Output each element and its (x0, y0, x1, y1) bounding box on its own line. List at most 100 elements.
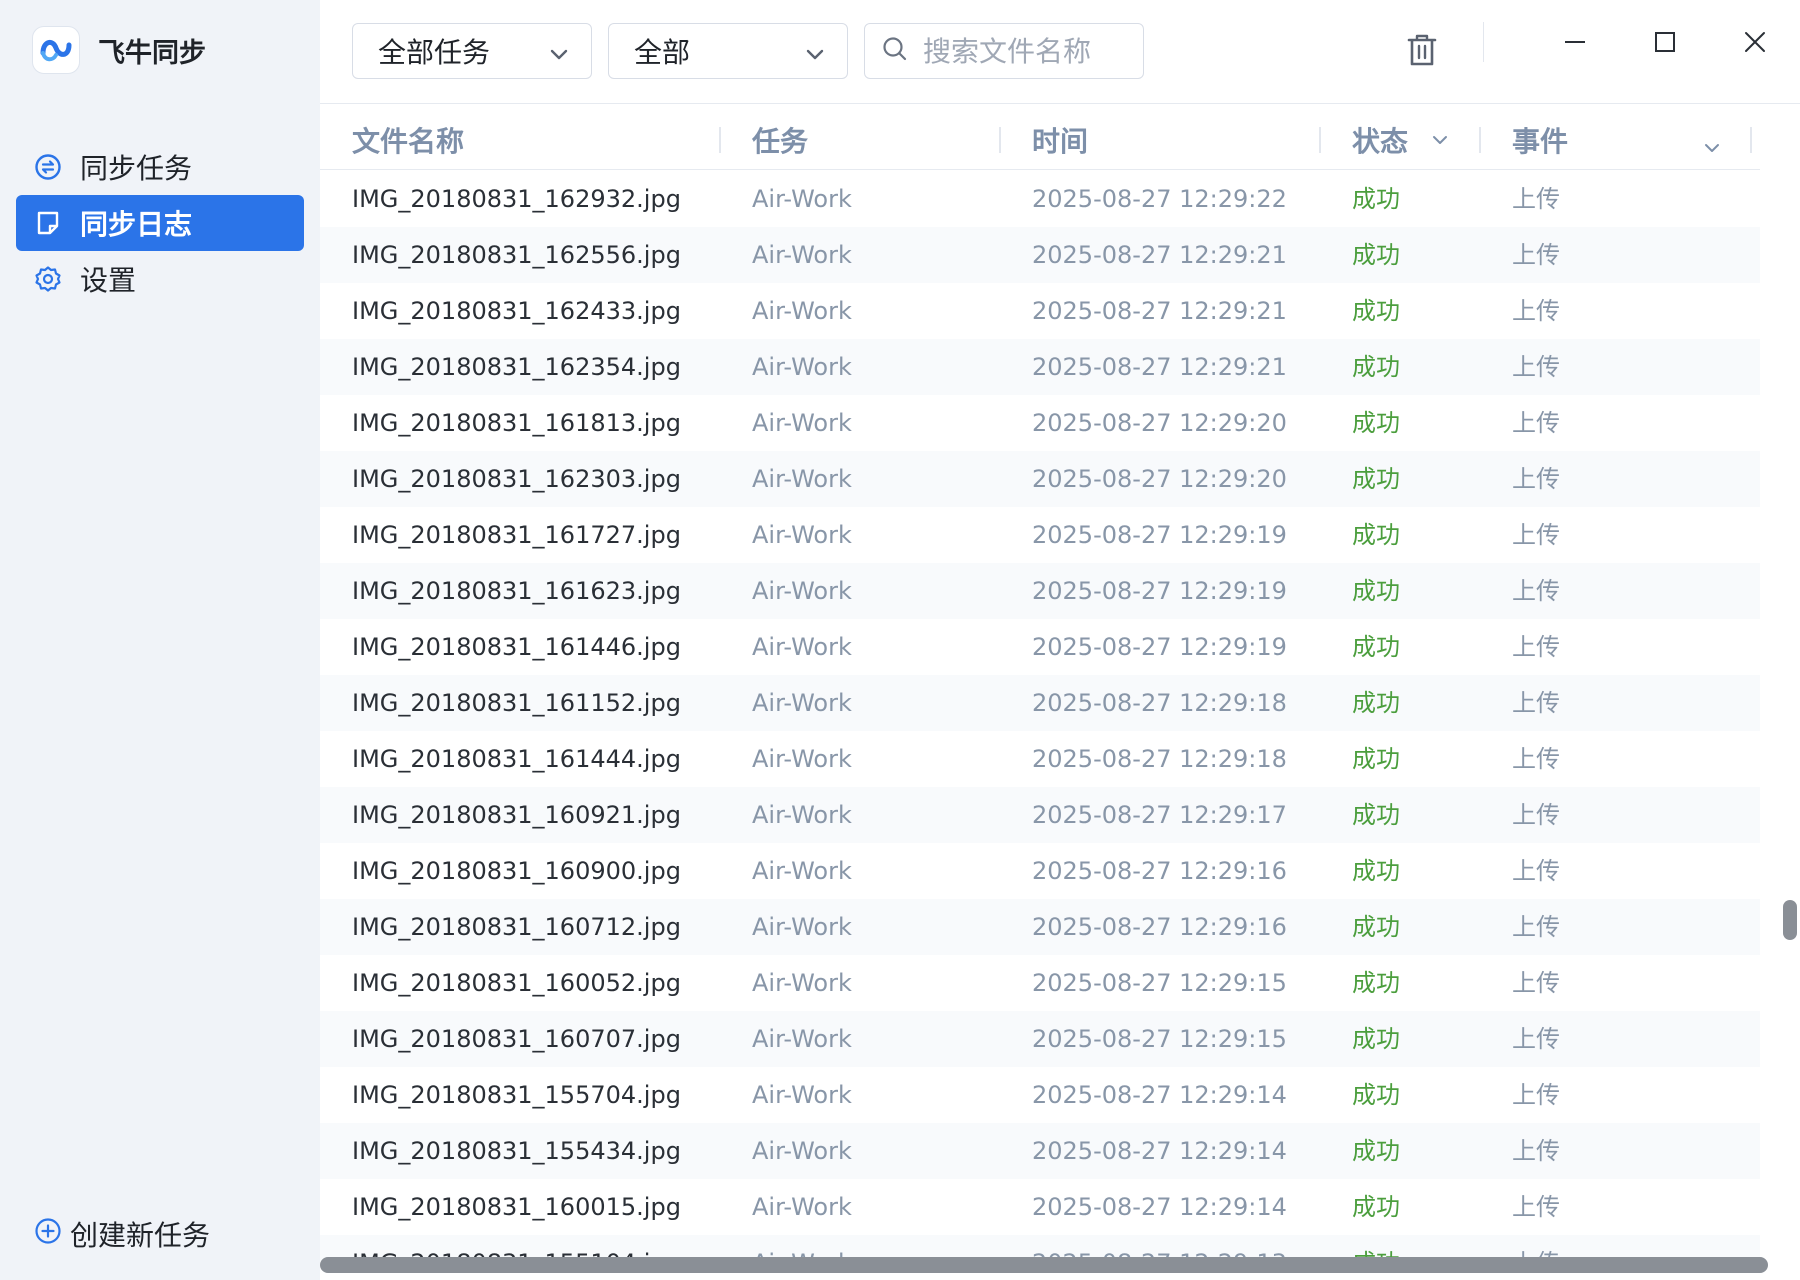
cell-task: Air-Work (752, 913, 852, 941)
create-task-button[interactable]: 创建新任务 (34, 1214, 210, 1254)
table-row[interactable]: IMG_20180831_161446.jpg Air-Work 2025-08-2… (320, 619, 1760, 675)
task-filter-select[interactable]: 全部任务 (352, 23, 592, 79)
vertical-scrollbar-thumb[interactable] (1783, 900, 1797, 940)
cell-event: 上传 (1512, 969, 1560, 997)
table-row[interactable]: IMG_20180831_160052.jpg Air-Work 2025-08-2… (320, 955, 1760, 1011)
maximize-icon (1653, 30, 1677, 58)
cell-task: Air-Work (752, 353, 852, 381)
cell-time: 2025-08-27 12:29:16 (1032, 913, 1287, 941)
plus-circle-icon (34, 1217, 62, 1252)
close-button[interactable] (1730, 22, 1780, 66)
table-row[interactable]: IMG_20180831_160712.jpg Air-Work 2025-08-2… (320, 899, 1760, 955)
log-icon (33, 208, 63, 238)
cell-event: 上传 (1512, 241, 1560, 269)
cell-event: 上传 (1512, 1193, 1560, 1221)
table-row[interactable]: IMG_20180831_160921.jpg Air-Work 2025-08-2… (320, 787, 1760, 843)
cell-event: 上传 (1512, 521, 1560, 549)
cell-time: 2025-08-27 12:29:16 (1032, 857, 1287, 885)
cell-time: 2025-08-27 12:29:19 (1032, 521, 1287, 549)
cell-file-name: IMG_20180831_161152.jpg (352, 689, 681, 717)
table-header: 文件名称 任务 时间 状态 事件 (320, 110, 1760, 170)
table-row[interactable]: IMG_20180831_162556.jpg Air-Work 2025-08-2… (320, 227, 1760, 283)
cell-task: Air-Work (752, 409, 852, 437)
cell-time: 2025-08-27 12:29:18 (1032, 745, 1287, 773)
cell-file-name: IMG_20180831_160921.jpg (352, 801, 681, 829)
cell-time: 2025-08-27 12:29:21 (1032, 353, 1287, 381)
cell-event: 上传 (1512, 185, 1560, 213)
trash-icon (1406, 33, 1438, 71)
cell-file-name: IMG_20180831_160052.jpg (352, 969, 681, 997)
cell-task: Air-Work (752, 969, 852, 997)
table-row[interactable]: IMG_20180831_161623.jpg Air-Work 2025-08-2… (320, 563, 1760, 619)
table-row[interactable]: IMG_20180831_162932.jpg Air-Work 2025-08-2… (320, 171, 1760, 227)
horizontal-scrollbar-thumb[interactable] (320, 1257, 1768, 1273)
cell-task: Air-Work (752, 745, 852, 773)
table-row[interactable]: IMG_20180831_155704.jpg Air-Work 2025-08-2… (320, 1067, 1760, 1123)
cell-task: Air-Work (752, 185, 852, 213)
cell-status: 成功 (1352, 185, 1400, 213)
sidebar-item-settings[interactable]: 设置 (16, 251, 304, 307)
status-filter-select[interactable]: 全部 (608, 23, 848, 79)
cell-task: Air-Work (752, 521, 852, 549)
cell-status: 成功 (1352, 1193, 1400, 1221)
cell-event: 上传 (1512, 577, 1560, 605)
app-title: 飞牛同步 (98, 37, 206, 69)
clear-log-button[interactable] (1400, 30, 1444, 74)
table-row[interactable]: IMG_20180831_160900.jpg Air-Work 2025-08-2… (320, 843, 1760, 899)
toolbar-divider (1483, 22, 1484, 62)
column-header-event[interactable]: 事件 (1512, 110, 1722, 170)
cell-time: 2025-08-27 12:29:14 (1032, 1081, 1287, 1109)
column-header-status-label: 状态 (1352, 125, 1409, 158)
cell-status: 成功 (1352, 1081, 1400, 1109)
table-row[interactable]: IMG_20180831_161444.jpg Air-Work 2025-08-2… (320, 731, 1760, 787)
cell-status: 成功 (1352, 801, 1400, 829)
cell-file-name: IMG_20180831_155434.jpg (352, 1137, 681, 1165)
table-body: IMG_20180831_162932.jpg Air-Work 2025-08-2… (320, 171, 1760, 1261)
cell-file-name: IMG_20180831_162932.jpg (352, 185, 681, 213)
cell-task: Air-Work (752, 857, 852, 885)
cell-event: 上传 (1512, 1025, 1560, 1053)
cell-event: 上传 (1512, 465, 1560, 493)
table-row[interactable]: IMG_20180831_162354.jpg Air-Work 2025-08-2… (320, 339, 1760, 395)
column-separator (719, 127, 721, 153)
cell-task: Air-Work (752, 1025, 852, 1053)
table-row[interactable]: IMG_20180831_161727.jpg Air-Work 2025-08-2… (320, 507, 1760, 563)
table-row[interactable]: IMG_20180831_162433.jpg Air-Work 2025-08-2… (320, 283, 1760, 339)
cell-task: Air-Work (752, 465, 852, 493)
table-row[interactable]: IMG_20180831_160015.jpg Air-Work 2025-08-2… (320, 1179, 1760, 1235)
cell-file-name: IMG_20180831_160015.jpg (352, 1193, 681, 1221)
cell-task: Air-Work (752, 633, 852, 661)
app-logo-icon (32, 26, 80, 74)
chevron-down-icon (803, 40, 827, 73)
cell-file-name: IMG_20180831_161727.jpg (352, 521, 681, 549)
cell-status: 成功 (1352, 521, 1400, 549)
sidebar-item-sync-tasks[interactable]: 同步任务 (16, 139, 304, 195)
column-separator (1479, 127, 1481, 153)
brand: 飞牛同步 (32, 26, 206, 74)
cell-event: 上传 (1512, 857, 1560, 885)
maximize-button[interactable] (1640, 22, 1690, 66)
cell-status: 成功 (1352, 409, 1400, 437)
sidebar-item-label: 同步任务 (80, 152, 193, 185)
cell-task: Air-Work (752, 297, 852, 325)
close-icon (1743, 30, 1767, 58)
cell-status: 成功 (1352, 353, 1400, 381)
table-row[interactable]: IMG_20180831_162303.jpg Air-Work 2025-08-2… (320, 451, 1760, 507)
column-header-time: 时间 (1032, 125, 1089, 158)
column-header-event-label: 事件 (1512, 125, 1569, 158)
table-row[interactable]: IMG_20180831_161152.jpg Air-Work 2025-08-2… (320, 675, 1760, 731)
sidebar-item-sync-log[interactable]: 同步日志 (16, 195, 304, 251)
cell-task: Air-Work (752, 689, 852, 717)
cell-time: 2025-08-27 12:29:17 (1032, 801, 1287, 829)
toolbar: 全部任务 全部 (320, 0, 1800, 104)
cell-event: 上传 (1512, 913, 1560, 941)
table-row[interactable]: IMG_20180831_160707.jpg Air-Work 2025-08-2… (320, 1011, 1760, 1067)
cell-status: 成功 (1352, 1025, 1400, 1053)
minimize-button[interactable] (1550, 22, 1600, 66)
search-input[interactable] (923, 34, 1123, 68)
cell-status: 成功 (1352, 1137, 1400, 1165)
column-header-status[interactable]: 状态 (1352, 110, 1450, 170)
table-row[interactable]: IMG_20180831_155434.jpg Air-Work 2025-08-2… (320, 1123, 1760, 1179)
table-row[interactable]: IMG_20180831_161813.jpg Air-Work 2025-08-2… (320, 395, 1760, 451)
cell-file-name: IMG_20180831_161446.jpg (352, 633, 681, 661)
